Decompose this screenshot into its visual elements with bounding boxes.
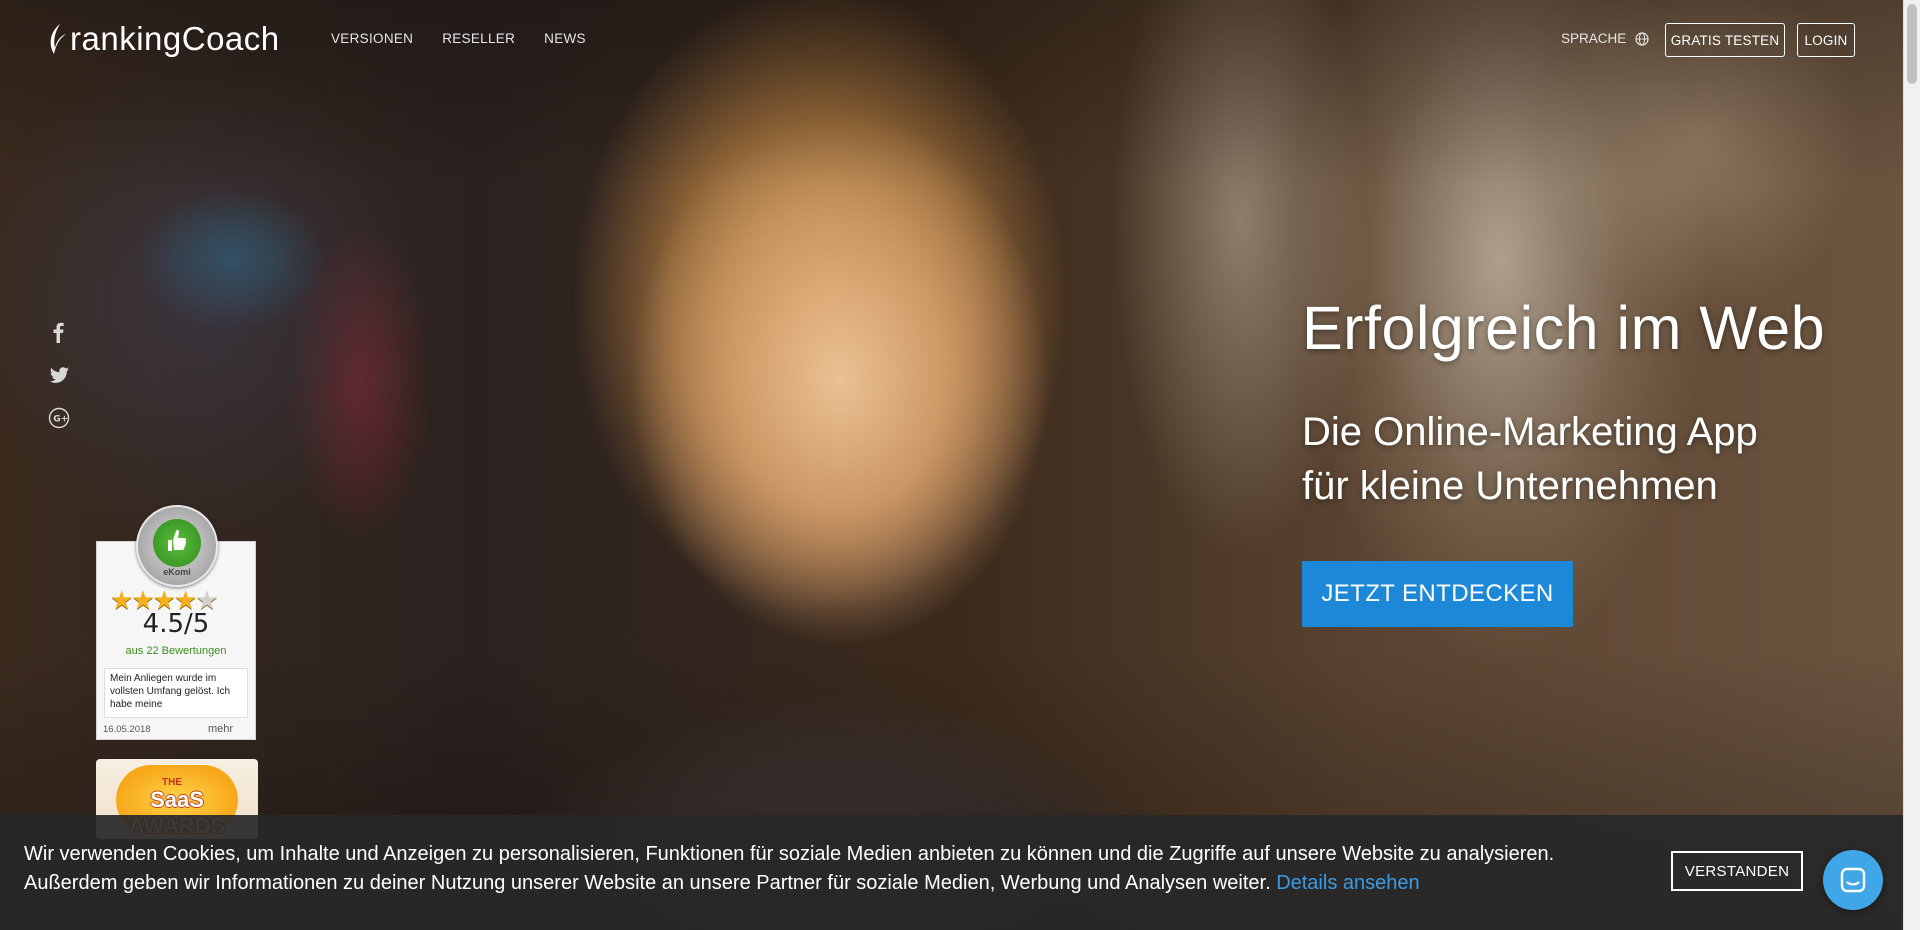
review-excerpt: Mein Anliegen wurde im vollsten Umfang g… — [104, 668, 248, 718]
hero-subtitle-line1: Die Online-Marketing App — [1302, 410, 1758, 454]
nav-news[interactable]: NEWS — [544, 31, 586, 46]
social-links: G+ — [48, 320, 70, 430]
cookie-message: Wir verwenden Cookies, um Inhalte und An… — [24, 840, 1624, 898]
discover-now-button[interactable]: JETZT ENTDECKEN — [1302, 561, 1573, 627]
scrollbar-thumb[interactable] — [1907, 4, 1917, 84]
main-nav: VERSIONEN RESELLER NEWS — [331, 31, 615, 46]
rating-score: 4.5/5 — [142, 609, 210, 639]
nav-reseller[interactable]: RESELLER — [442, 31, 515, 46]
hero-title: Erfolgreich im Web — [1302, 294, 1826, 362]
cookie-details-link[interactable]: Details ansehen — [1276, 872, 1419, 894]
more-link[interactable]: mehr — [208, 723, 233, 735]
facebook-icon[interactable] — [48, 320, 70, 344]
thumbs-up-icon — [168, 529, 187, 551]
logo-text: rankingCoach — [70, 20, 280, 57]
language-selector[interactable]: SPRACHE — [1561, 31, 1649, 46]
logo[interactable]: rankingCoach — [46, 20, 280, 58]
logo-leaf-icon — [50, 24, 66, 54]
hero-subtitle: Die Online-Marketing App für kleine Unte… — [1302, 405, 1758, 513]
twitter-icon[interactable] — [48, 363, 70, 387]
ekomi-badge-label: eKomi — [163, 567, 191, 577]
language-label: SPRACHE — [1561, 31, 1627, 46]
rating-count: aus 22 Bewertungen — [125, 645, 227, 657]
nav-versionen[interactable]: VERSIONEN — [331, 31, 413, 46]
ekomi-seal: eKomi — [136, 505, 218, 587]
login-button[interactable]: LOGIN — [1797, 23, 1855, 57]
cookie-accept-button[interactable]: VERSTANDEN — [1671, 851, 1803, 891]
globe-icon — [1635, 31, 1649, 46]
google-plus-icon[interactable]: G+ — [48, 406, 70, 430]
svg-text:G+: G+ — [53, 415, 68, 425]
chat-launcher-button[interactable] — [1823, 850, 1883, 910]
ekomi-rating-widget[interactable]: eKomi ★ ★ ★ ★ ★ 4.5/5 aus 22 Bewertungen… — [96, 505, 256, 740]
cookie-banner: Wir verwenden Cookies, um Inhalte und An… — [0, 815, 1904, 930]
chat-icon — [1840, 867, 1866, 893]
hero-subtitle-line2: für kleine Unternehmen — [1302, 464, 1718, 508]
page-scrollbar[interactable] — [1903, 0, 1920, 930]
review-date: 16.05.2018 — [103, 724, 151, 735]
site-header: rankingCoach VERSIONEN RESELLER NEWS SPR… — [0, 0, 1904, 80]
free-trial-button[interactable]: GRATIS TESTEN — [1665, 23, 1785, 57]
